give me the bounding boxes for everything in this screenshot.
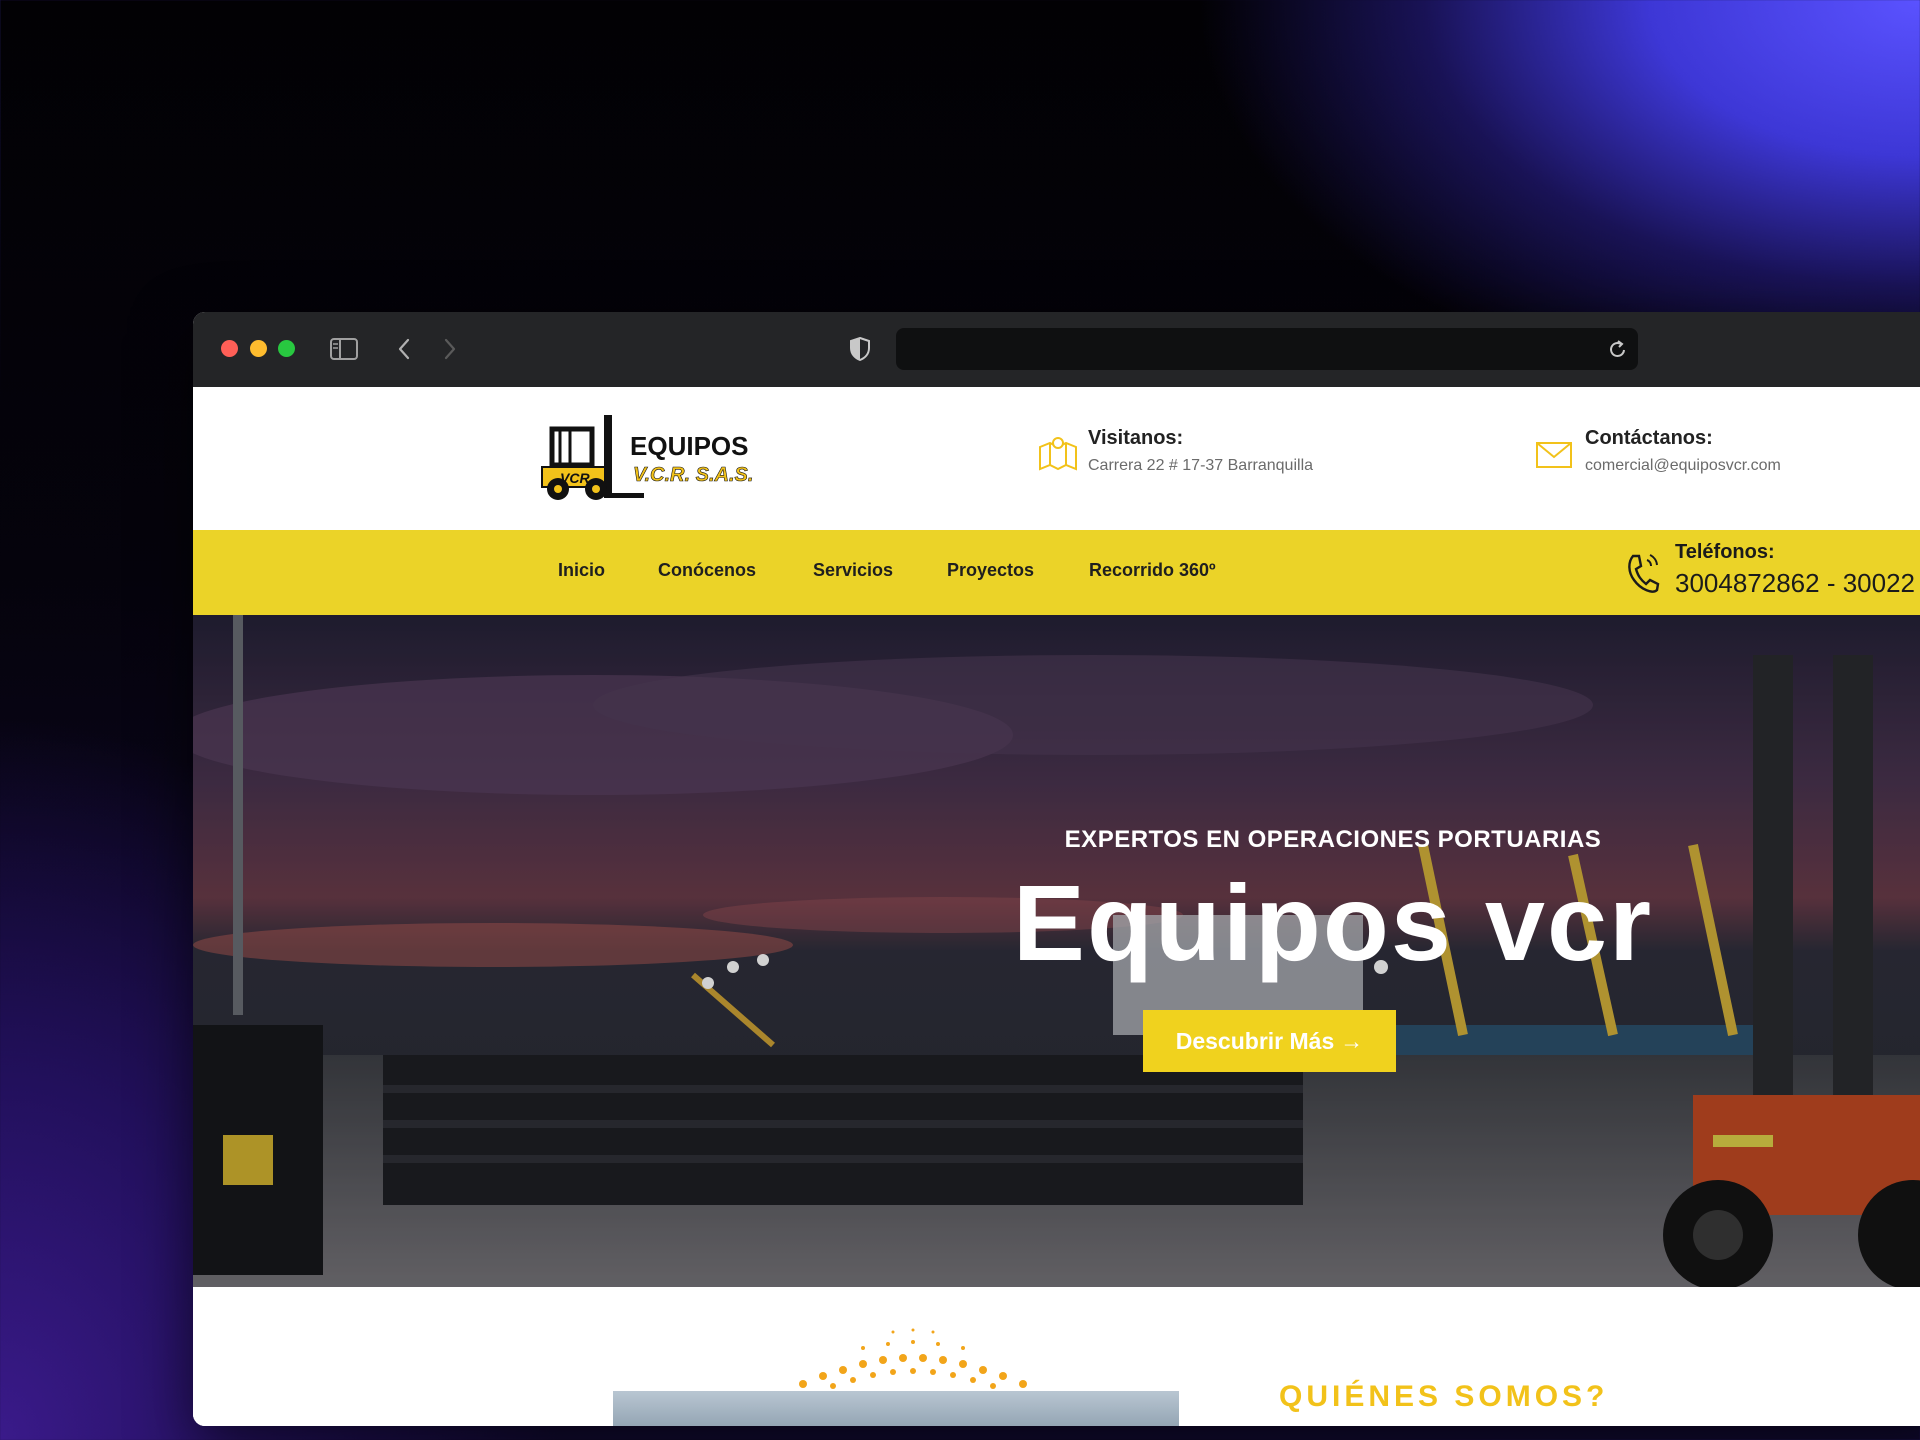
- forward-icon[interactable]: [435, 334, 465, 364]
- back-icon[interactable]: [389, 334, 419, 364]
- visit-address: Carrera 22 # 17-37 Barranquilla: [1088, 457, 1314, 474]
- nav-item-conocenos[interactable]: Conócenos: [658, 560, 756, 581]
- about-image: [613, 1391, 1179, 1426]
- minimize-window-button[interactable]: [250, 340, 267, 357]
- hero-banner: EXPERTOS EN OPERACIONES PORTUARIAS Equip…: [193, 615, 1920, 1287]
- web-page: VCR EQUIPOS V.C.R. S.A.S. Visitanos: Car…: [193, 387, 1920, 1426]
- logo-badge: VCR: [560, 470, 590, 486]
- browser-toolbar: [193, 312, 1920, 388]
- address-bar[interactable]: [896, 328, 1638, 370]
- logo-text: EQUIPOS: [630, 431, 748, 461]
- close-window-button[interactable]: [221, 340, 238, 357]
- decorative-dots-arc: [799, 1328, 1027, 1389]
- discover-more-label: Descubrir Más: [1175, 1027, 1335, 1054]
- visit-title: Visitanos:: [1088, 427, 1184, 449]
- maximize-window-button[interactable]: [278, 340, 295, 357]
- contact-email[interactable]: comercial@equiposvcr.com: [1585, 451, 1781, 481]
- browser-window: VCR EQUIPOS V.C.R. S.A.S. Visitanos: Car…: [193, 312, 1920, 1426]
- phone-icon: [1623, 550, 1663, 601]
- logo-subtext: V.C.R. S.A.S.: [633, 464, 753, 486]
- sidebar-toggle-icon[interactable]: [329, 334, 359, 364]
- phone-title: Teléfonos:: [1675, 541, 1775, 563]
- phone-info: Teléfonos: 3004872862 - 30022: [1623, 538, 1915, 601]
- phone-numbers[interactable]: 3004872862 - 30022: [1675, 566, 1915, 600]
- hero-subtitle: EXPERTOS EN OPERACIONES PORTUARIAS: [1064, 826, 1602, 853]
- header-info-bar: VCR EQUIPOS V.C.R. S.A.S. Visitanos: Car…: [193, 387, 1920, 530]
- about-title: QUIÉNES SOMOS?: [1279, 1380, 1609, 1413]
- about-section: QUIÉNES SOMOS?: [193, 1287, 1920, 1426]
- envelope-icon: [1533, 431, 1577, 475]
- arrow-right-icon: →: [1340, 1027, 1364, 1054]
- company-logo[interactable]: VCR EQUIPOS V.C.R. S.A.S.: [538, 409, 758, 505]
- discover-more-button[interactable]: Descubrir Más →: [1143, 1010, 1396, 1072]
- nav-item-proyectos[interactable]: Proyectos: [947, 560, 1034, 581]
- nav-item-inicio[interactable]: Inicio: [558, 560, 605, 581]
- contact-title: Contáctanos:: [1585, 427, 1713, 449]
- map-pin-icon: [1036, 431, 1080, 475]
- nav-item-recorrido[interactable]: Recorrido 360º: [1089, 560, 1216, 581]
- main-navigation: Inicio Conócenos Servicios Proyectos Rec…: [193, 530, 1920, 615]
- shield-icon[interactable]: [845, 334, 875, 364]
- hero-title: Equipos vcr: [1012, 862, 1654, 983]
- visit-info: Visitanos: Carrera 22 # 17-37 Barranquil…: [1036, 425, 1313, 481]
- reload-icon[interactable]: [1608, 338, 1628, 365]
- contact-info: Contáctanos: comercial@equiposvcr.com: [1533, 425, 1781, 481]
- nav-item-servicios[interactable]: Servicios: [813, 560, 893, 581]
